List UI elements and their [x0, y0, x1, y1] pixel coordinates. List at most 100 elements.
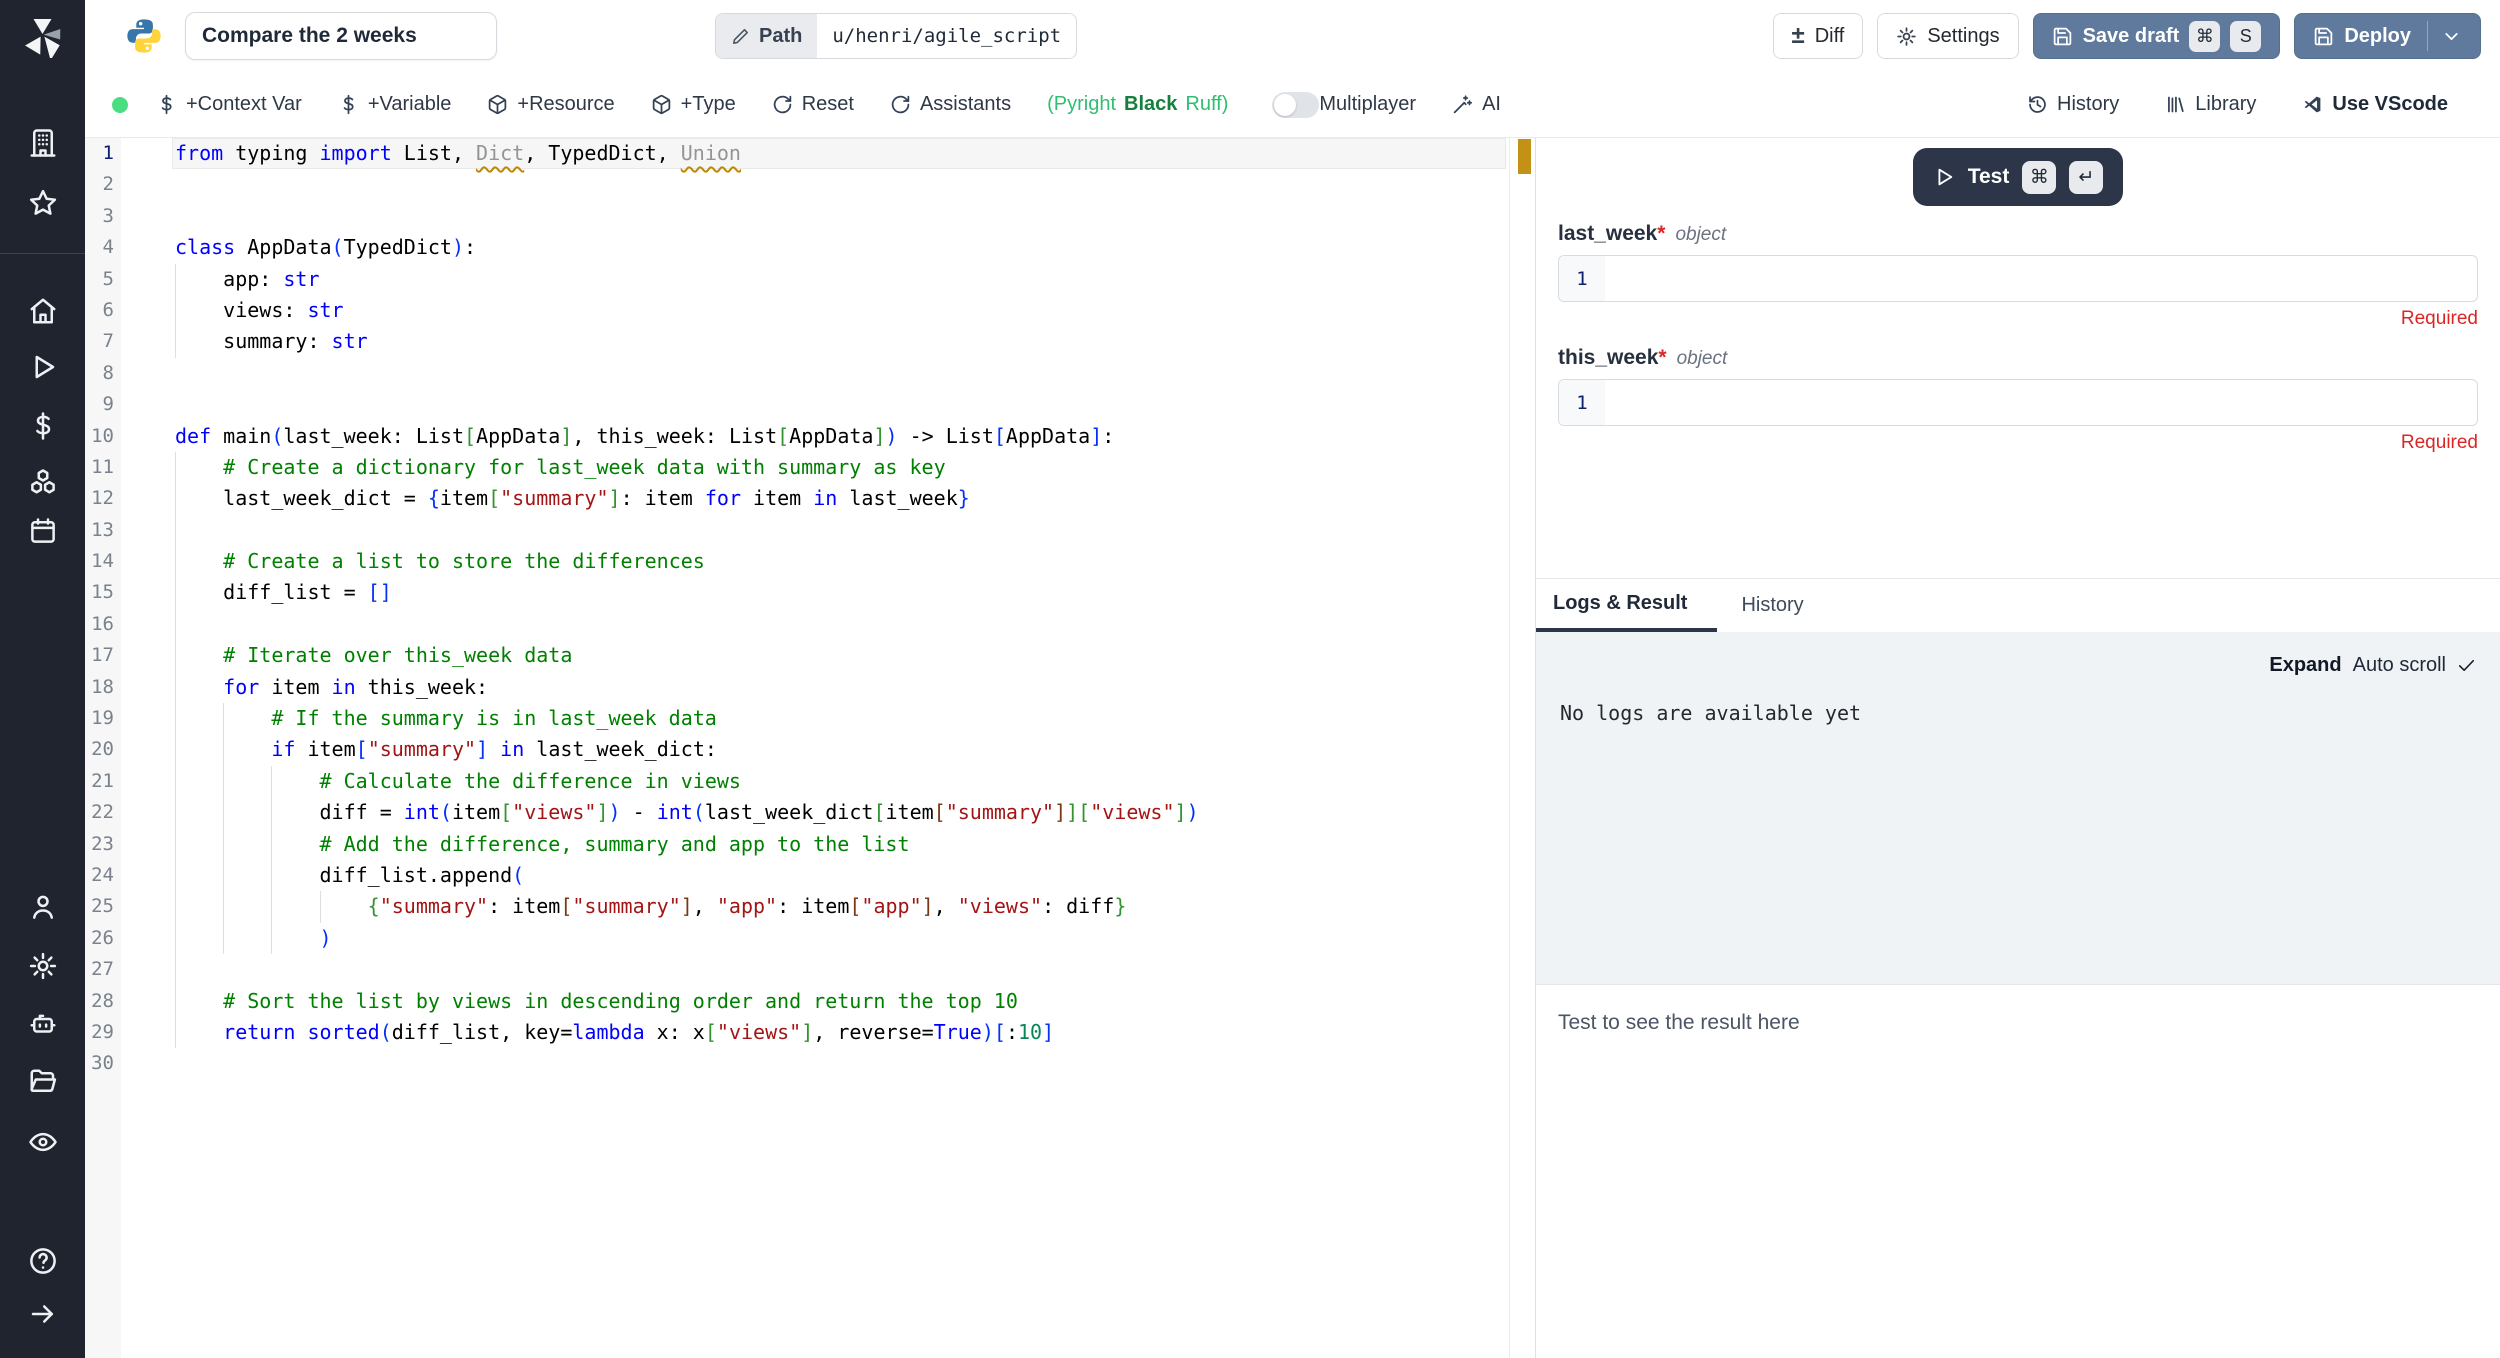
code-line-9[interactable]: 9: [85, 389, 1509, 420]
code-line-11[interactable]: 11 # Create a dictionary for last_week d…: [85, 452, 1509, 483]
path-group: Path u/henri/agile_script: [715, 13, 1077, 59]
sidebar-item-folder-open[interactable]: [0, 1060, 85, 1104]
code-line-19[interactable]: 19 # If the summary is in last_week data: [85, 703, 1509, 734]
tab-logs-result[interactable]: Logs & Result: [1536, 579, 1717, 632]
code-line-21[interactable]: 21 # Calculate the difference in views: [85, 766, 1509, 797]
add-variable-button[interactable]: +Variable: [338, 93, 452, 116]
add-type-button[interactable]: +Type: [651, 93, 736, 116]
settings-button[interactable]: Settings: [1877, 13, 2018, 59]
library-button[interactable]: Library: [2165, 93, 2256, 116]
autoscroll-toggle[interactable]: Auto scroll: [2353, 654, 2446, 677]
code-line-30[interactable]: 30: [85, 1048, 1509, 1079]
code-line-content: [175, 358, 1509, 389]
sidebar-item-home[interactable]: [0, 289, 85, 333]
add-resource-button[interactable]: +Resource: [487, 93, 614, 116]
sidebar-item-play[interactable]: [0, 345, 85, 389]
code-line-content: return sorted(diff_list, key=lambda x: x…: [175, 1017, 1509, 1048]
code-line-8[interactable]: 8: [85, 358, 1509, 389]
sidebar-item-robot[interactable]: [0, 1002, 85, 1046]
code-line-1[interactable]: 1from typing import List, Dict, TypedDic…: [85, 138, 1509, 169]
code-line-13[interactable]: 13: [85, 515, 1509, 546]
code-line-18[interactable]: 18 for item in this_week:: [85, 672, 1509, 703]
reset-button[interactable]: Reset: [772, 93, 854, 116]
sidebar-item-building[interactable]: [0, 121, 85, 165]
required-asterisk: *: [1658, 346, 1666, 370]
code-line-content: # Create a list to store the differences: [175, 546, 1509, 577]
script-title-input[interactable]: Compare the 2 weeks: [185, 12, 497, 60]
test-button[interactable]: Test ⌘ ↵: [1913, 148, 2124, 206]
code-line-27[interactable]: 27: [85, 954, 1509, 985]
top-bar: Compare the 2 weeks Path u/henri/agile_s…: [85, 0, 2500, 72]
code-line-4[interactable]: 4class AppData(TypedDict):: [85, 232, 1509, 263]
code-line-26[interactable]: 26 ): [85, 923, 1509, 954]
diff-button[interactable]: ± Diff: [1773, 13, 1864, 59]
sidebar-item-gear[interactable]: [0, 944, 85, 988]
code-line-6[interactable]: 6 views: str: [85, 295, 1509, 326]
sidebar-item-user[interactable]: [0, 885, 85, 929]
code-line-24[interactable]: 24 diff_list.append(: [85, 860, 1509, 891]
code-line-14[interactable]: 14 # Create a list to store the differen…: [85, 546, 1509, 577]
add-context-var-button[interactable]: +Context Var: [156, 93, 302, 116]
code-line-16[interactable]: 16: [85, 609, 1509, 640]
code-line-25[interactable]: 25 {"summary": item["summary"], "app": i…: [85, 891, 1509, 922]
code-line-10[interactable]: 10def main(last_week: List[AppData], thi…: [85, 421, 1509, 452]
play-icon: [28, 352, 58, 382]
multiplayer-label[interactable]: Multiplayer: [1319, 93, 1416, 116]
code-editor[interactable]: 1from typing import List, Dict, TypedDic…: [85, 138, 1535, 1358]
code-line-content: [175, 201, 1509, 232]
sidebar-item-boxes[interactable]: [0, 460, 85, 504]
use-vscode-button[interactable]: Use VScode: [2302, 93, 2448, 116]
code-line-3[interactable]: 3: [85, 201, 1509, 232]
arg-name: this_week: [1558, 346, 1658, 370]
multiplayer-toggle[interactable]: [1272, 92, 1319, 118]
arg-input-last-week[interactable]: 1: [1558, 255, 2478, 302]
assistants-button[interactable]: Assistants: [890, 93, 1011, 116]
expand-button[interactable]: Expand: [2269, 654, 2341, 677]
overview-ruler-warning-marker: [1518, 139, 1531, 174]
code-line-content: [175, 609, 1509, 640]
code-area[interactable]: 1from typing import List, Dict, TypedDic…: [85, 138, 1510, 1358]
path-label: Path: [716, 14, 817, 58]
line-number: 17: [85, 640, 121, 671]
line-number: 25: [85, 891, 121, 922]
wand-icon: [1452, 94, 1473, 115]
code-line-23[interactable]: 23 # Add the difference, summary and app…: [85, 829, 1509, 860]
deploy-button[interactable]: Deploy: [2294, 13, 2481, 59]
pencil-icon: [731, 27, 750, 46]
code-line-12[interactable]: 12 last_week_dict = {item["summary"]: it…: [85, 483, 1509, 514]
sidebar-item-calendar[interactable]: [0, 509, 85, 553]
sidebar-item-eye[interactable]: [0, 1120, 85, 1164]
sidebar-item-dollar[interactable]: [0, 404, 85, 448]
code-line-content: # Iterate over this_week data: [175, 640, 1509, 671]
history-button[interactable]: History: [2027, 93, 2119, 116]
save-draft-button[interactable]: Save draft ⌘ S: [2033, 13, 2281, 59]
logs-panel: Expand Auto scroll No logs are available…: [1536, 632, 2500, 984]
linters-status[interactable]: (Pyright Black Ruff): [1047, 93, 1228, 116]
code-line-2[interactable]: 2: [85, 169, 1509, 200]
sidebar-item-star[interactable]: [0, 181, 85, 225]
json-input-area[interactable]: [1605, 380, 2477, 425]
code-line-15[interactable]: 15 diff_list = []: [85, 577, 1509, 608]
code-line-22[interactable]: 22 diff = int(item["views"]) - int(last_…: [85, 797, 1509, 828]
arg-header: last_week * object: [1558, 222, 2478, 246]
settings-label: Settings: [1927, 25, 1999, 48]
code-line-20[interactable]: 20 if item["summary"] in last_week_dict:: [85, 734, 1509, 765]
cmd-key-badge: ⌘: [2189, 21, 2220, 52]
chevron-down-icon[interactable]: [2441, 26, 2462, 47]
json-input-area[interactable]: [1605, 256, 2477, 301]
line-number: 1: [1559, 380, 1605, 425]
code-line-7[interactable]: 7 summary: str: [85, 326, 1509, 357]
code-line-5[interactable]: 5 app: str: [85, 264, 1509, 295]
path-value-input[interactable]: u/henri/agile_script: [817, 14, 1076, 58]
code-line-29[interactable]: 29 return sorted(diff_list, key=lambda x…: [85, 1017, 1509, 1048]
arg-input-this-week[interactable]: 1: [1558, 379, 2478, 426]
tab-history[interactable]: History: [1717, 579, 1827, 632]
ai-button[interactable]: AI: [1452, 93, 1501, 116]
sidebar-item-arrow-right[interactable]: [0, 1292, 85, 1336]
library-icon: [2165, 94, 2186, 115]
history-clock-icon: [2027, 94, 2048, 115]
code-line-17[interactable]: 17 # Iterate over this_week data: [85, 640, 1509, 671]
code-line-28[interactable]: 28 # Sort the list by views in descendin…: [85, 986, 1509, 1017]
sidebar-item-help-circle[interactable]: [0, 1239, 85, 1283]
windmill-logo-icon[interactable]: [20, 13, 65, 58]
